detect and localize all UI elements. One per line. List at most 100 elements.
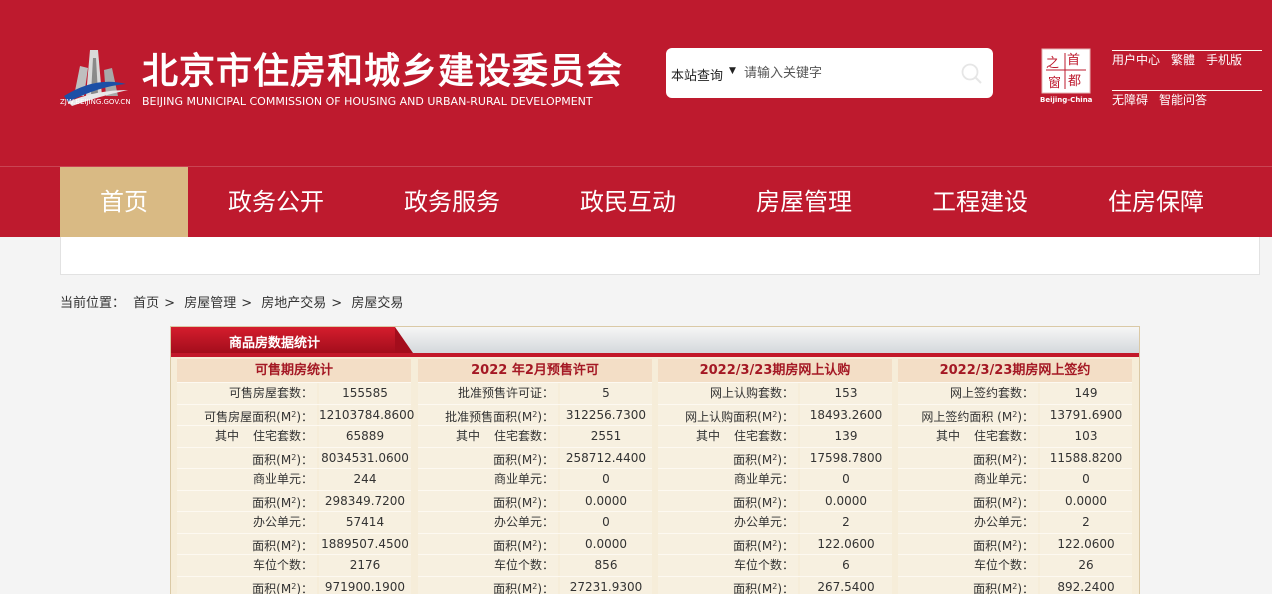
stat-value: 5 [560, 383, 652, 404]
unit-superscript: 2 [1012, 452, 1018, 462]
online-contract-column: 2022/3/23期房网上签约 网上签约套数： 149 网上签约面积 (M2)： 137… [898, 359, 1132, 594]
stat-label: 网上签约面积 (M2)： [898, 404, 1038, 425]
stat-label: 车位个数： [418, 555, 558, 576]
stat-row: 可售房屋面积(M2)： 12103784.8600 [177, 403, 414, 425]
breadcrumb-separator: > [164, 296, 176, 311]
stat-row: 面积(M2)： 8034531.0600 [177, 446, 411, 468]
stat-value: 122.0600 [1040, 533, 1132, 554]
stat-value: 0.0000 [800, 490, 892, 511]
stat-value: 13791.6900 [1040, 404, 1132, 425]
stat-row: 其中 住宅套数： 2551 [418, 425, 652, 447]
nav-item-government-services[interactable]: 政务服务 [388, 167, 516, 238]
stat-label: 办公单元： [418, 512, 558, 533]
stat-value: 892.2400 [1040, 576, 1132, 594]
svg-text:窗: 窗 [1048, 75, 1061, 91]
stat-value: 12103784.8600 [319, 404, 414, 425]
nav-item-housing-management[interactable]: 房屋管理 [740, 167, 868, 238]
stat-row: 面积(M2)： 298349.7200 [177, 489, 411, 511]
breadcrumb-prefix: 当前位置： [60, 296, 126, 311]
breadcrumb-home[interactable]: 首页 [133, 296, 159, 311]
stat-value: 122.0600 [800, 533, 892, 554]
stat-label: 可售房屋面积(M2)： [177, 404, 317, 425]
panel-tab: 商品房数据统计 [171, 327, 413, 353]
stat-label: 其中 住宅套数： [658, 426, 798, 447]
unit-superscript: 2 [291, 452, 297, 462]
stat-value: 18493.2600 [800, 404, 892, 425]
mobile-version-link[interactable]: 手机版 [1206, 51, 1242, 72]
stat-value: 17598.7800 [800, 447, 892, 468]
breadcrumb-housing-management[interactable]: 房屋管理 [184, 296, 236, 311]
site-title[interactable]: 北京市住房和城乡建设委员会 [142, 42, 623, 94]
stat-label: 办公单元： [177, 512, 317, 533]
search-input[interactable] [744, 60, 944, 86]
stat-row: 其中 住宅套数： 65889 [177, 425, 411, 447]
unit-superscript: 2 [772, 452, 778, 462]
stat-label: 面积(M2)： [898, 490, 1038, 511]
unit-superscript: 2 [291, 495, 297, 505]
unit-superscript: 2 [532, 581, 538, 591]
stat-label: 面积(M2)： [177, 533, 317, 554]
unit-superscript: 2 [1012, 409, 1018, 419]
stat-row: 办公单元： 2 [898, 511, 1132, 533]
stat-value: 139 [800, 426, 892, 447]
unit-superscript: 2 [1012, 538, 1018, 548]
svg-text:都: 都 [1068, 74, 1081, 89]
unit-superscript: 2 [532, 538, 538, 548]
stat-value: 244 [319, 469, 411, 490]
stat-row: 面积(M2)： 0.0000 [418, 489, 652, 511]
capital-caption: Beijing-China [1040, 96, 1093, 104]
nav-item-public-interaction[interactable]: 政民互动 [564, 167, 692, 238]
caret-down-icon[interactable]: ▼ [729, 66, 736, 76]
stat-label: 网上签约套数： [898, 383, 1038, 404]
unit-superscript: 2 [1012, 495, 1018, 505]
nav-item-home[interactable]: 首页 [60, 167, 188, 238]
stat-label: 面积(M2)： [898, 447, 1038, 468]
stat-label: 车位个数： [658, 555, 798, 576]
stat-value: 298349.7200 [319, 490, 411, 511]
presale-available-column: 可售期房统计 可售房屋套数： 155585 可售房屋面积(M2)： 12103784.8… [177, 359, 414, 594]
unit-superscript: 2 [532, 452, 538, 462]
smart-qa-link[interactable]: 智能问答 [1159, 91, 1207, 112]
search-scope-select[interactable]: 本站查询 [671, 65, 723, 84]
stat-row: 其中 住宅套数： 103 [898, 425, 1132, 447]
stat-value: 0 [560, 512, 652, 533]
breadcrumb-real-estate-trading[interactable]: 房地产交易 [261, 296, 326, 311]
breadcrumb: 当前位置： 首页 > 房屋管理 > 房地产交易 > 房屋交易 [60, 292, 407, 311]
accessibility-link[interactable]: 无障碍 [1112, 91, 1148, 112]
column-header: 2022/3/23期房网上签约 [898, 359, 1132, 382]
stat-row: 面积(M2)： 1889507.4500 [177, 532, 411, 554]
stat-row: 面积(M2)： 27231.9300 [418, 575, 652, 594]
stat-row: 办公单元： 0 [418, 511, 652, 533]
unit-superscript: 2 [772, 409, 778, 419]
unit-superscript: 2 [772, 538, 778, 548]
user-center-link[interactable]: 用户中心 [1112, 51, 1160, 72]
stat-row: 面积(M2)： 258712.4400 [418, 446, 652, 468]
stat-label: 批准预售许可证： [418, 383, 558, 404]
stat-value: 65889 [319, 426, 411, 447]
breadcrumb-housing-trading[interactable]: 房屋交易 [351, 296, 403, 311]
site-header: ZJW.BEIJING.GOV.CN 北京市住房和城乡建设委员会 BEIJING… [0, 0, 1272, 166]
stat-value: 267.5400 [800, 576, 892, 594]
stat-value: 149 [1040, 383, 1132, 404]
stat-label-prefix: 其中 [214, 429, 239, 443]
stat-value: 1889507.4500 [319, 533, 411, 554]
stat-label: 面积(M2)： [418, 576, 558, 594]
stat-row: 批准预售面积(M2)： 312256.7300 [418, 403, 652, 425]
stat-label: 面积(M2)： [898, 576, 1038, 594]
main-nav: 首页 政务公开 政务服务 政民互动 房屋管理 工程建设 住房保障 [0, 166, 1272, 238]
nav-item-construction[interactable]: 工程建设 [916, 167, 1044, 238]
traditional-chinese-link[interactable]: 繁體 [1171, 51, 1195, 72]
online-subscription-column: 2022/3/23期房网上认购 网上认购套数： 153 网上认购面积(M2)： 1849… [658, 359, 892, 594]
panel-title: 商品房数据统计 [229, 336, 321, 351]
search-icon[interactable] [960, 62, 984, 86]
stat-value: 153 [800, 383, 892, 404]
stat-label: 网上认购面积(M2)： [658, 404, 798, 425]
nav-item-housing-security[interactable]: 住房保障 [1092, 167, 1220, 238]
top-links: 用户中心 繁體 手机版 无障碍 智能问答 [1112, 50, 1262, 129]
nav-item-government-affairs[interactable]: 政务公开 [212, 167, 340, 238]
stat-label: 面积(M2)： [177, 490, 317, 511]
stat-label: 其中 住宅套数： [418, 426, 558, 447]
stat-row: 面积(M2)： 0.0000 [898, 489, 1132, 511]
stat-value: 155585 [319, 383, 411, 404]
stat-value: 0.0000 [1040, 490, 1132, 511]
